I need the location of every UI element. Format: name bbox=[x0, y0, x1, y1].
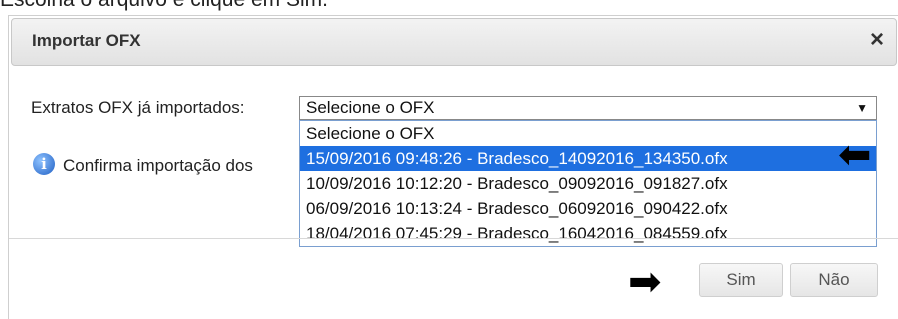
chevron-down-icon[interactable]: ▼ bbox=[856, 97, 868, 119]
dialog-divider bbox=[9, 238, 898, 239]
ofx-dropdown-list: Selecione o OFX 15/09/2016 09:48:26 - Br… bbox=[299, 120, 877, 247]
import-ofx-dialog: Importar OFX × Extratos OFX já importado… bbox=[8, 15, 898, 319]
arrow-left-icon: ⬅ bbox=[838, 133, 872, 177]
arrow-right-icon: ➡ bbox=[628, 260, 662, 304]
dropdown-option[interactable]: Selecione o OFX bbox=[300, 121, 876, 146]
ofx-select[interactable]: Selecione o OFX ▼ bbox=[299, 96, 877, 120]
ofx-select-label: Extratos OFX já importados: bbox=[31, 98, 245, 117]
dropdown-option[interactable]: 06/09/2016 10:13:24 - Bradesco_06092016_… bbox=[300, 196, 876, 221]
dropdown-option-highlighted[interactable]: 15/09/2016 09:48:26 - Bradesco_14092016_… bbox=[300, 146, 876, 171]
info-icon: i bbox=[33, 153, 55, 175]
dialog-titlebar: Importar OFX × bbox=[11, 18, 897, 66]
confirm-message: Confirma importação dos bbox=[63, 156, 253, 175]
close-icon[interactable]: × bbox=[870, 28, 884, 52]
sim-button[interactable]: Sim bbox=[699, 263, 783, 297]
nao-button[interactable]: Não bbox=[790, 263, 878, 297]
dropdown-option[interactable]: 10/09/2016 10:12:20 - Bradesco_09092016_… bbox=[300, 171, 876, 196]
dialog-title: Importar OFX bbox=[32, 31, 141, 50]
ofx-select-value: Selecione o OFX bbox=[306, 98, 435, 117]
instruction-caption: Escolha o arquivo e clique em Sim. bbox=[0, 0, 328, 12]
dropdown-option[interactable]: 18/04/2016 07:45:29 - Bradesco_16042016_… bbox=[300, 221, 876, 246]
